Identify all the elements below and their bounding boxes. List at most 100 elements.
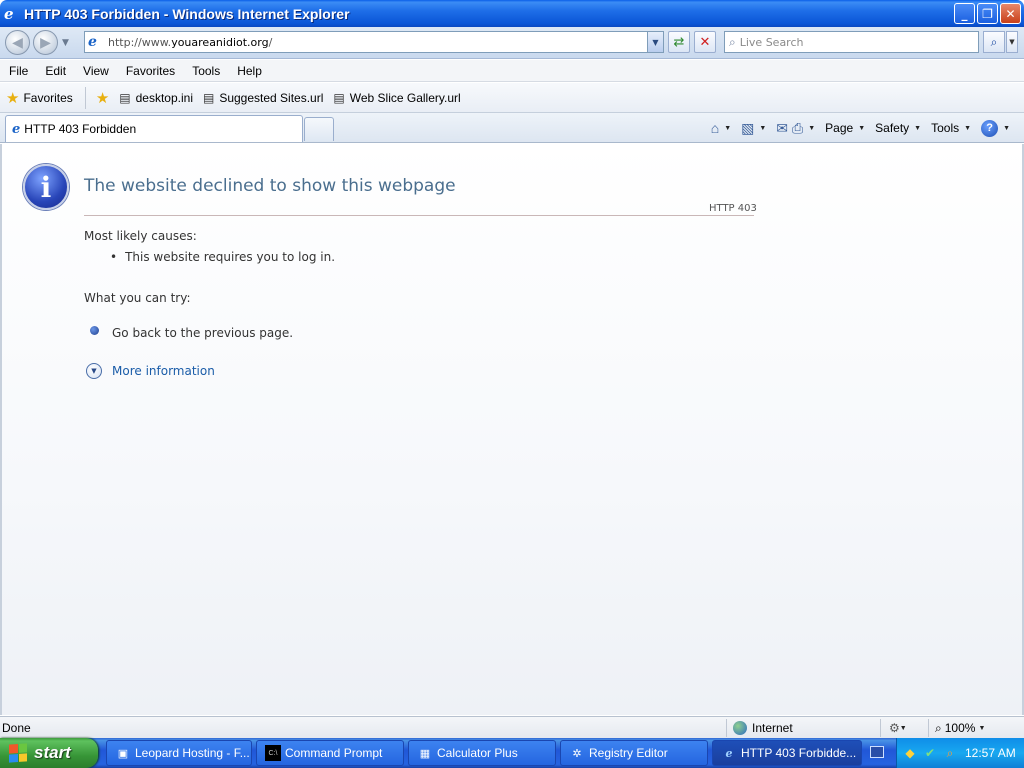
- windows-flag-icon: [9, 743, 27, 763]
- arrow-right-icon: ▶: [40, 34, 51, 51]
- window-title-bar[interactable]: e HTTP 403 Forbidden - Windows Internet …: [0, 0, 1024, 27]
- taskbar-item-label: Leopard Hosting - F...: [135, 746, 250, 760]
- favorite-label: desktop.ini: [135, 90, 193, 105]
- ie-logo-icon: e: [4, 4, 14, 23]
- safety-menu-caret: ▼: [914, 124, 922, 132]
- forward-button[interactable]: ▶: [33, 30, 58, 55]
- search-input[interactable]: Live Search: [740, 36, 804, 49]
- print-dropdown[interactable]: ▼: [808, 125, 815, 132]
- address-url[interactable]: http://www.youareanidiot.org/: [108, 36, 272, 49]
- security-shield-icon[interactable]: ◆: [903, 746, 917, 760]
- cmd-icon: C:\: [265, 745, 281, 761]
- protected-mode-icon: ⚙: [889, 721, 900, 735]
- bullet-icon: [90, 326, 99, 335]
- tab-row: e HTTP 403 Forbidden ⌂ ▼ ▧ ▼ ✉ ⎙ ▼ Page ▼ Sa…: [0, 113, 1024, 143]
- menu-favorites[interactable]: Favorites: [117, 64, 183, 78]
- protected-mode-dropdown[interactable]: ▼: [900, 725, 907, 732]
- new-tab-button[interactable]: [304, 117, 334, 141]
- close-button[interactable]: ✕: [1000, 3, 1021, 24]
- tools-menu-caret: ▼: [964, 124, 972, 132]
- minimize-button[interactable]: _: [954, 3, 975, 24]
- taskbar-item-ie[interactable]: e HTTP 403 Forbidde...: [712, 740, 862, 766]
- stop-icon: ✕: [699, 34, 711, 50]
- zone-label: Internet: [752, 721, 793, 735]
- taskbar-item-label: Command Prompt: [285, 746, 383, 760]
- keyboard-language-icon[interactable]: [870, 746, 884, 758]
- magnifier-icon: ⌕: [990, 34, 998, 49]
- search-options-dropdown[interactable]: ▼: [1006, 31, 1018, 53]
- causes-title: Most likely causes:: [84, 229, 197, 243]
- zoom-dropdown[interactable]: ▼: [978, 725, 985, 732]
- menu-tools[interactable]: Tools: [183, 64, 228, 78]
- url-domain: youareanidiot.org: [171, 35, 269, 49]
- taskbar-item-label: Calculator Plus: [437, 746, 518, 760]
- restore-button[interactable]: ❐: [977, 3, 998, 24]
- page-menu[interactable]: Page: [825, 121, 853, 135]
- favorite-label: Suggested Sites.url: [219, 90, 324, 105]
- favorite-suggested-sites[interactable]: ▤ Suggested Sites.url: [203, 91, 323, 105]
- go-back-item: Go back to the previous page.: [112, 326, 294, 340]
- taskbar-item-command-prompt[interactable]: C:\ Command Prompt: [256, 740, 404, 766]
- add-to-favorites-bar-icon[interactable]: ★: [96, 89, 109, 107]
- ie-icon: e: [725, 746, 733, 760]
- file-icon: ▤: [202, 90, 215, 105]
- network-icon[interactable]: ✔: [923, 746, 937, 760]
- search-tray-icon[interactable]: ⌕: [943, 746, 957, 760]
- expand-chevron-icon[interactable]: ▼: [86, 363, 102, 379]
- stop-button[interactable]: ✕: [694, 31, 716, 53]
- error-heading: The website declined to show this webpag…: [84, 176, 456, 196]
- security-zone[interactable]: Internet: [726, 719, 793, 737]
- taskbar-item-calculator-plus[interactable]: ▦ Calculator Plus: [408, 740, 556, 766]
- menu-view[interactable]: View: [74, 64, 117, 78]
- arrow-left-icon: ◀: [12, 34, 23, 51]
- globe-icon: [733, 721, 747, 735]
- favorites-button[interactable]: ★ Favorites: [6, 86, 86, 109]
- zoom-control[interactable]: ⌕ 100% ▼: [928, 719, 985, 737]
- taskbar-item-registry-editor[interactable]: ✲ Registry Editor: [560, 740, 708, 766]
- url-suffix: /: [268, 35, 273, 49]
- more-information-link[interactable]: More information: [112, 364, 215, 378]
- recent-pages-dropdown[interactable]: ▼: [62, 38, 69, 48]
- command-bar: ⌂ ▼ ▧ ▼ ✉ ⎙ ▼ Page ▼ Safety ▼ Tools ▼ ? ▼: [711, 117, 1016, 139]
- search-button[interactable]: ⌕: [983, 31, 1005, 53]
- read-mail-icon[interactable]: ✉: [776, 120, 788, 137]
- favorite-web-slice-gallery[interactable]: ▤ Web Slice Gallery.url: [333, 91, 460, 105]
- file-icon: ▤: [333, 90, 345, 105]
- clock: 12:57 AM: [965, 746, 1016, 760]
- back-button[interactable]: ◀: [5, 30, 30, 55]
- windows-taskbar: start ▣ Leopard Hosting - F... C:\ Comma…: [0, 738, 1024, 768]
- help-icon[interactable]: ?: [981, 119, 999, 137]
- help-dropdown[interactable]: ▼: [1003, 125, 1010, 132]
- live-search-icon: ⌕: [729, 34, 736, 49]
- home-dropdown[interactable]: ▼: [724, 125, 731, 132]
- error-code: HTTP 403: [709, 203, 757, 214]
- taskbar-item-label: HTTP 403 Forbidde...: [741, 746, 857, 760]
- heading-divider: [84, 215, 754, 216]
- tools-menu[interactable]: Tools: [931, 121, 959, 135]
- address-bar[interactable]: e http://www.youareanidiot.org/ ▼: [84, 31, 664, 53]
- tab-http-403[interactable]: e HTTP 403 Forbidden: [5, 115, 303, 142]
- menu-file[interactable]: File: [0, 64, 36, 78]
- zoom-icon: ⌕: [935, 720, 942, 735]
- protected-mode-indicator[interactable]: ⚙ ▼: [880, 719, 907, 737]
- favorites-bar: ★ Favorites ★ ▤ desktop.ini ▤ Suggested …: [0, 83, 1024, 113]
- star-icon: ★: [6, 88, 20, 107]
- favorite-desktop-ini[interactable]: ▤ desktop.ini: [119, 91, 193, 105]
- home-icon[interactable]: ⌂: [711, 120, 719, 136]
- feeds-icon[interactable]: ▧: [741, 120, 754, 137]
- menu-help[interactable]: Help: [228, 64, 270, 78]
- page-content: i The website declined to show this webp…: [0, 144, 1024, 715]
- safety-menu[interactable]: Safety: [875, 121, 909, 135]
- try-title: What you can try:: [84, 291, 191, 305]
- menu-edit[interactable]: Edit: [36, 64, 74, 78]
- refresh-button[interactable]: ⇄: [668, 31, 690, 53]
- search-box[interactable]: ⌕ Live Search: [724, 31, 979, 53]
- file-icon: ▤: [119, 90, 131, 105]
- address-dropdown-button[interactable]: ▼: [647, 32, 663, 52]
- taskbar-item-leopard-hosting[interactable]: ▣ Leopard Hosting - F...: [106, 740, 252, 766]
- tab-label: HTTP 403 Forbidden: [24, 122, 137, 136]
- info-icon: i: [23, 164, 69, 210]
- start-button[interactable]: start: [0, 738, 98, 768]
- url-prefix: http://www.: [108, 35, 172, 49]
- print-icon[interactable]: ⎙: [792, 120, 803, 137]
